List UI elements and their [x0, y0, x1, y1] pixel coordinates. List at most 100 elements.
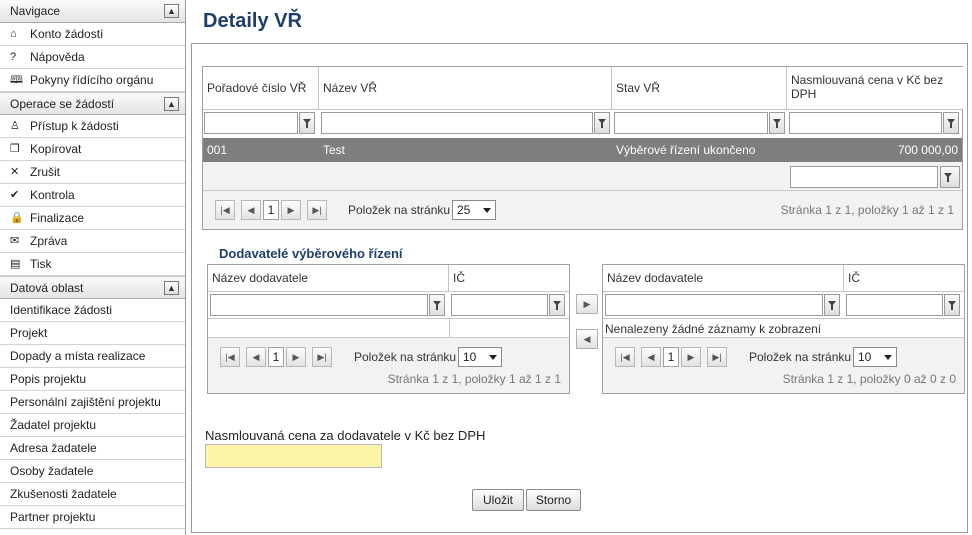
vr-grid: Pořadové číslo VŘ Název VŘ Stav VŘ Nasml…: [202, 66, 963, 230]
table-row[interactable]: 001 Test Výběrové řízení ukončeno 700 00…: [203, 138, 962, 162]
col-header-nazev-dodavatele[interactable]: Název dodavatele: [603, 265, 844, 291]
filter-icon[interactable]: [549, 294, 565, 316]
filter-input-nazev[interactable]: [321, 112, 593, 134]
filter-input-ic[interactable]: [846, 294, 943, 316]
suppliers-title: Dodavatelé výběrového řízení: [219, 246, 403, 261]
sidebar-item-label: Tisk: [30, 257, 52, 271]
sidebar-item-zprava[interactable]: ✉ Zpráva: [0, 230, 185, 253]
sidebar-item-napoveda[interactable]: ? Nápověda: [0, 46, 185, 69]
col-header-cena[interactable]: Nasmlouvaná cena v Kč bez DPH: [787, 67, 963, 109]
sidebar-item-label: Přístup k žádosti: [30, 119, 119, 133]
price-label: Nasmlouvaná cena za dodavatele v Kč bez …: [205, 428, 486, 443]
sidebar-item-zkusenosti[interactable]: Zkušenosti žadatele: [0, 483, 185, 506]
page-size-label: Položek na stránku: [749, 350, 852, 364]
page-number[interactable]: 1: [268, 347, 284, 367]
chevron-down-icon: [884, 355, 892, 360]
sidebar-item-pokyny[interactable]: 🕮 Pokyny řídícího orgánu: [0, 69, 185, 92]
filter-icon[interactable]: [299, 112, 315, 134]
first-page-icon[interactable]: |◀: [615, 347, 635, 367]
help-icon: ?: [10, 51, 17, 63]
empty-message: Nenalezeny žádné záznamy k zobrazení: [605, 322, 822, 336]
sidebar-item-popis[interactable]: Popis projektu: [0, 368, 185, 391]
move-right-icon[interactable]: ▶: [576, 294, 598, 314]
sidebar-item-zrusit[interactable]: ✕ Zrušit: [0, 161, 185, 184]
sidebar-item-osoby[interactable]: Osoby žadatele: [0, 460, 185, 483]
sidebar-item-personalni[interactable]: Personální zajištění projektu: [0, 391, 185, 414]
filter-icon[interactable]: [429, 294, 445, 316]
sidebar: Navigace ▲ ⌂ Konto žádostí ? Nápověda 🕮 …: [0, 0, 186, 535]
next-page-icon[interactable]: ▶: [286, 347, 306, 367]
page-number[interactable]: 1: [663, 347, 679, 367]
page-size-select[interactable]: 10: [853, 347, 897, 367]
sidebar-item-partner[interactable]: Partner projektu: [0, 506, 185, 529]
sidebar-item-dopady[interactable]: Dopady a místa realizace: [0, 345, 185, 368]
sidebar-item-identifikace[interactable]: Identifikace žádosti: [0, 299, 185, 322]
filter-input-stav[interactable]: [614, 112, 768, 134]
sidebar-item-finalizace[interactable]: 🔒 Finalizace: [0, 207, 185, 230]
last-page-icon[interactable]: ▶|: [312, 347, 332, 367]
chevron-down-icon: [489, 355, 497, 360]
sidebar-item-label: Finalizace: [30, 211, 85, 225]
collapse-icon[interactable]: ▲: [164, 4, 179, 18]
cancel-button[interactable]: Storno: [526, 489, 581, 511]
filter-icon[interactable]: [594, 112, 610, 134]
check-icon: ✔: [10, 189, 20, 201]
chevron-down-icon[interactable]: [940, 166, 960, 188]
cena-editor-select[interactable]: [790, 166, 938, 188]
detail-panel: Pořadové číslo VŘ Název VŘ Stav VŘ Nasml…: [191, 43, 968, 533]
sidebar-item-kopirovat[interactable]: ❐ Kopírovat: [0, 138, 185, 161]
navigace-header: Navigace ▲: [0, 0, 185, 23]
next-page-icon[interactable]: ▶: [281, 200, 301, 220]
move-left-icon[interactable]: ◀: [576, 329, 598, 349]
page-size-label: Položek na stránku: [354, 350, 457, 364]
col-header-nazev-dodavatele[interactable]: Název dodavatele: [208, 265, 449, 291]
operace-title: Operace se žádostí: [10, 97, 115, 111]
page-title: Detaily VŘ: [203, 10, 302, 32]
col-header-stav[interactable]: Stav VŘ: [612, 67, 787, 109]
datova-header: Datová oblast ▲: [0, 276, 185, 299]
first-page-icon[interactable]: |◀: [220, 347, 240, 367]
filter-input-nazev-dodavatele[interactable]: [605, 294, 823, 316]
filter-icon[interactable]: [944, 294, 960, 316]
filter-input-cislo[interactable]: [204, 112, 298, 134]
page-number[interactable]: 1: [263, 200, 279, 220]
sidebar-item-kontrola[interactable]: ✔ Kontrola: [0, 184, 185, 207]
last-page-icon[interactable]: ▶|: [307, 200, 327, 220]
sidebar-item-label: Zpráva: [30, 234, 68, 248]
save-button[interactable]: Uložit: [472, 489, 524, 511]
last-page-icon[interactable]: ▶|: [707, 347, 727, 367]
vr-pager: |◀ ◀ 1 ▶ ▶| Položek na stránku 25 Stránk…: [203, 190, 962, 229]
pager-info: Stránka 1 z 1, položky 0 až 0 z 0: [782, 372, 956, 386]
filter-icon[interactable]: [769, 112, 785, 134]
col-header-ic[interactable]: IČ: [844, 265, 964, 291]
col-header-cislo[interactable]: Pořadové číslo VŘ: [203, 67, 319, 109]
filter-input-ic[interactable]: [451, 294, 548, 316]
filter-input-nazev-dodavatele[interactable]: [210, 294, 428, 316]
cell-cislo: 001: [207, 143, 228, 157]
collapse-icon[interactable]: ▲: [164, 97, 179, 111]
prev-page-icon[interactable]: ◀: [241, 200, 261, 220]
page-size-select[interactable]: 10: [458, 347, 502, 367]
cell-nazev: Test: [323, 143, 346, 157]
col-header-nazev[interactable]: Název VŘ: [319, 67, 612, 109]
first-page-icon[interactable]: |◀: [215, 200, 235, 220]
sidebar-item-konto[interactable]: ⌂ Konto žádostí: [0, 23, 185, 46]
col-header-ic[interactable]: IČ: [449, 265, 569, 291]
sidebar-item-pristup[interactable]: ♙ Přístup k žádosti: [0, 115, 185, 138]
collapse-icon[interactable]: ▲: [164, 281, 179, 295]
prev-page-icon[interactable]: ◀: [641, 347, 661, 367]
sidebar-item-tisk[interactable]: ▤ Tisk: [0, 253, 185, 276]
next-page-icon[interactable]: ▶: [681, 347, 701, 367]
price-input[interactable]: [205, 444, 382, 468]
left-supplier-grid: Název dodavatele IČ |◀ ◀ 1 ▶ ▶| Položek …: [207, 264, 570, 394]
page-size-select[interactable]: 25: [452, 200, 496, 220]
sidebar-item-zadatel[interactable]: Žadatel projektu: [0, 414, 185, 437]
sidebar-item-projekt[interactable]: Projekt: [0, 322, 185, 345]
filter-input-cena[interactable]: [789, 112, 942, 134]
filter-icon[interactable]: [943, 112, 959, 134]
prev-page-icon[interactable]: ◀: [246, 347, 266, 367]
sidebar-item-adresa[interactable]: Adresa žadatele: [0, 437, 185, 460]
sidebar-item-label: Zrušit: [30, 165, 60, 179]
pager-info: Stránka 1 z 1, položky 1 až 1 z 1: [780, 203, 954, 217]
filter-icon[interactable]: [824, 294, 840, 316]
